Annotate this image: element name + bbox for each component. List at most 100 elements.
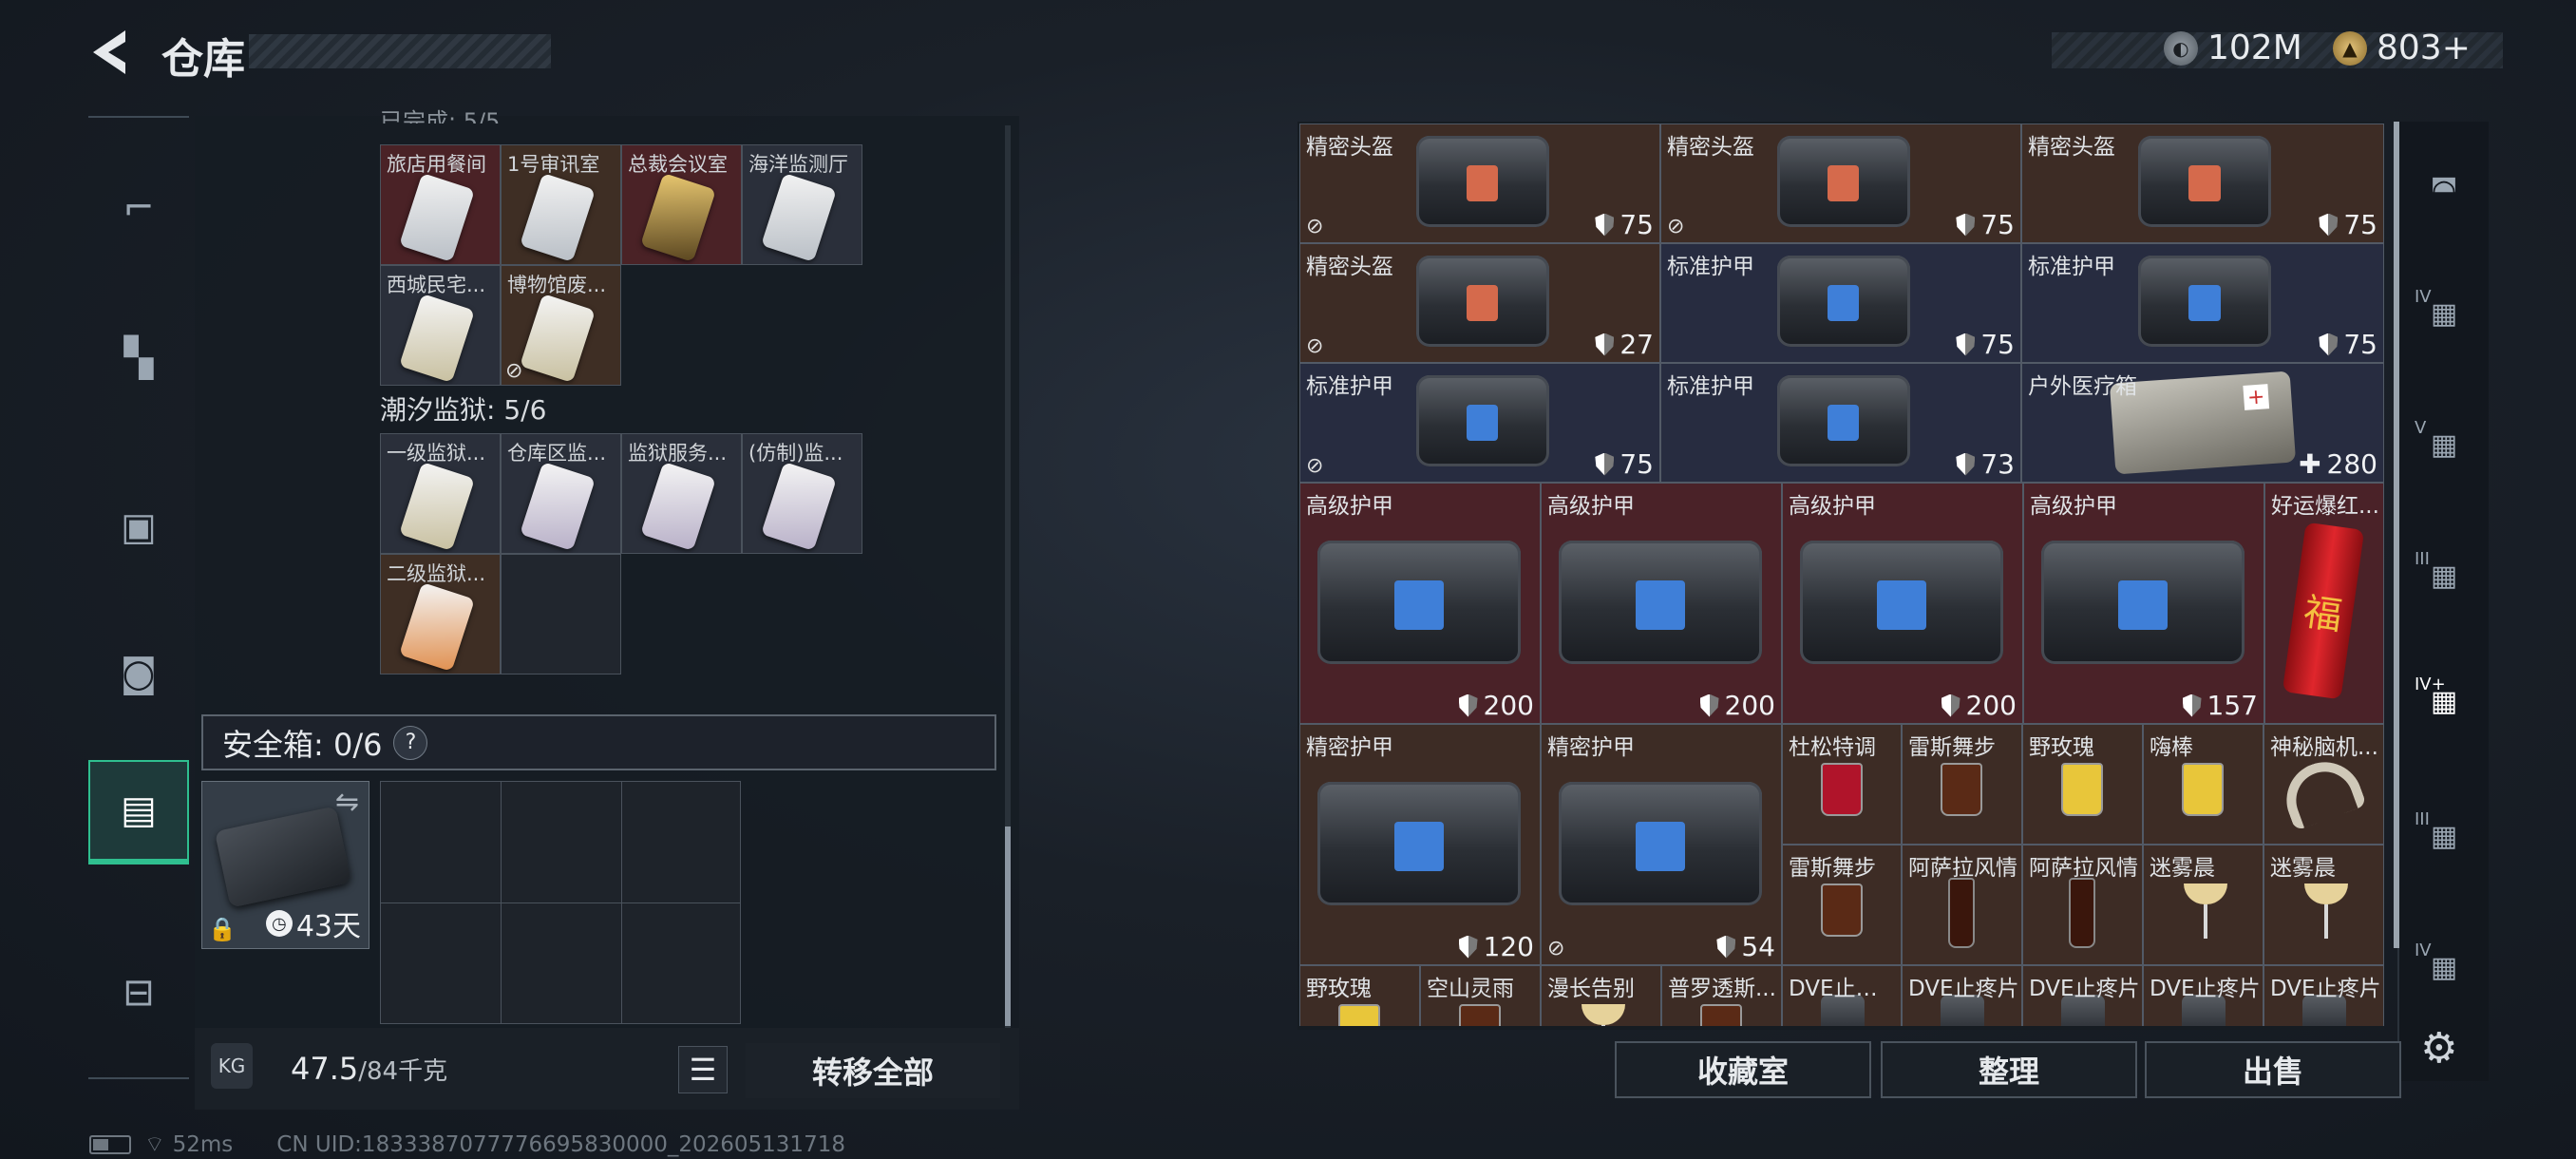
item-name: DVE止疼片 bbox=[1908, 977, 2019, 1001]
inventory-item[interactable]: 福 好运爆红... bbox=[2264, 483, 2384, 724]
item-name: DVE止疼片 bbox=[2270, 977, 2381, 1001]
inventory-item[interactable]: 高级护甲 200 bbox=[1541, 483, 1782, 724]
status-bar: ⌔ 52ms CN UID:1833387077776695830000_202… bbox=[89, 1130, 845, 1158]
cocktail-icon bbox=[1459, 1004, 1501, 1026]
inventory-item[interactable]: DVE止疼片 bbox=[2143, 965, 2263, 1026]
helmet-icon bbox=[1415, 136, 1549, 227]
armor-icon[interactable]: ▣ bbox=[88, 475, 189, 580]
key-card-slot[interactable]: 西城民宅... bbox=[380, 265, 501, 386]
safe-box-slots[interactable] bbox=[380, 781, 741, 1024]
weight-display: 47.5/84千克 bbox=[291, 1051, 447, 1087]
item-durability: 157 bbox=[2182, 690, 2258, 721]
inventory-item[interactable]: 漫长告别 bbox=[1541, 965, 1661, 1026]
back-arrow-icon[interactable] bbox=[87, 27, 135, 78]
help-icon[interactable]: ? bbox=[393, 725, 428, 760]
item-durability: 200 bbox=[1941, 690, 2017, 721]
inventory-item[interactable]: 精密护甲 120 bbox=[1299, 724, 1541, 965]
shield-icon bbox=[1595, 213, 1615, 237]
inventory-item[interactable]: 精密头盔 75 ⊘ bbox=[1660, 124, 2021, 243]
armor-iv-add-icon[interactable]: IV+ ▦ bbox=[2413, 674, 2475, 728]
inventory-item[interactable]: DVE止疼片 bbox=[2263, 965, 2384, 1026]
armor-iii-icon[interactable]: III ▦ bbox=[2413, 549, 2475, 602]
inventory-item[interactable]: 嗨棒 bbox=[2143, 724, 2263, 845]
inventory-item[interactable]: 精密头盔 75 ⊘ bbox=[1299, 124, 1660, 243]
inventory-item[interactable]: 迷雾晨 bbox=[2143, 845, 2263, 965]
durability-value: 75 bbox=[1619, 448, 1654, 480]
helmet-slot-icon[interactable]: ◚ bbox=[2413, 163, 2475, 217]
inventory-item[interactable]: 野玫瑰 bbox=[1299, 965, 1420, 1026]
inventory-item[interactable]: DVE止疼片 bbox=[1902, 965, 2022, 1026]
lock-icon: 🔒 bbox=[208, 916, 237, 942]
inventory-item[interactable]: 高级护甲 200 bbox=[1299, 483, 1541, 724]
sort-button[interactable]: 整理 bbox=[1881, 1041, 2137, 1098]
premium-coin-icon: ▲ bbox=[2333, 30, 2367, 66]
item-name: 高级护甲 bbox=[1547, 494, 1635, 519]
inventory-item[interactable]: 标准护甲 75 ⊘ bbox=[1299, 363, 1660, 483]
collection-room-button[interactable]: 收藏室 bbox=[1615, 1041, 1871, 1098]
left-scrollbar-thumb[interactable] bbox=[1005, 826, 1011, 1026]
inventory-item[interactable]: 迷雾晨 bbox=[2263, 845, 2384, 965]
inventory-item[interactable]: 标准护甲 75 bbox=[1660, 243, 2021, 363]
key-card-slot[interactable]: 博物馆废... ⊘ bbox=[501, 265, 621, 386]
item-durability: 200 bbox=[1699, 690, 1775, 721]
inventory-item[interactable]: 雷斯舞步 bbox=[1902, 724, 2022, 845]
inventory-item[interactable]: 标准护甲 75 bbox=[2021, 243, 2384, 363]
swap-icon[interactable]: ⇋ bbox=[335, 786, 359, 819]
premium-display[interactable]: ▲ 803+ bbox=[2333, 28, 2471, 67]
key-card-slot[interactable]: 总裁会议室 bbox=[621, 144, 742, 265]
key-card-icon bbox=[520, 461, 596, 552]
inventory-item[interactable]: 精密头盔 75 bbox=[2021, 124, 2384, 243]
key-card-icon bbox=[761, 172, 837, 263]
shield-icon bbox=[1458, 694, 1478, 717]
inventory-item[interactable]: 野玫瑰 bbox=[2022, 724, 2143, 845]
sell-button[interactable]: 出售 bbox=[2145, 1041, 2401, 1098]
toolbox-icon[interactable]: ⊟ bbox=[88, 940, 189, 1045]
key-card-slot[interactable]: 二级监狱... bbox=[380, 554, 501, 674]
key-card-slot[interactable]: 一级监狱... bbox=[380, 433, 501, 554]
armor-iv-icon[interactable]: IV ▦ bbox=[2413, 287, 2475, 340]
safe-box-item[interactable]: ⇋ 🔒 ◷ 43天 bbox=[201, 781, 369, 949]
inventory-item[interactable]: 杜松特调 bbox=[1782, 724, 1902, 845]
inventory-item[interactable]: 空山灵雨 bbox=[1420, 965, 1541, 1026]
key-card-slot[interactable]: 仓库区监... bbox=[501, 433, 621, 554]
key-card-slot[interactable]: 监狱服务... bbox=[621, 433, 742, 554]
inventory-item[interactable]: DVE止疼片 bbox=[1782, 965, 1902, 1026]
transfer-all-button[interactable]: 转移全部 bbox=[746, 1043, 1000, 1098]
item-name: 杜松特调 bbox=[1789, 735, 1876, 760]
armor-iii-b-icon[interactable]: III ▦ bbox=[2413, 809, 2475, 863]
inventory-item[interactable]: 高级护甲 200 bbox=[1782, 483, 2023, 724]
key-card-slot[interactable]: 海洋监测厅 bbox=[742, 144, 862, 265]
inventory-item[interactable]: 神秘脑机... bbox=[2263, 724, 2384, 845]
inventory-item[interactable]: 阿萨拉风情 bbox=[1902, 845, 2022, 965]
inventory-item[interactable]: DVE止疼片 bbox=[2022, 965, 2143, 1026]
coins-display[interactable]: ◐ 102M bbox=[2164, 28, 2302, 67]
gear-icon[interactable]: ⚙ bbox=[2420, 1024, 2466, 1073]
inventory-item[interactable]: 精密头盔 27 ⊘ bbox=[1299, 243, 1660, 363]
armor-v-icon[interactable]: V ▦ bbox=[2413, 418, 2475, 471]
inventory-item[interactable]: 雷斯舞步 bbox=[1782, 845, 1902, 965]
item-durability: 75 bbox=[2319, 329, 2377, 360]
key-card-slot[interactable]: 旅店用餐间 bbox=[380, 144, 501, 265]
list-icon[interactable]: ☰ bbox=[678, 1046, 728, 1093]
container-icon[interactable]: ▤ bbox=[88, 760, 189, 864]
weight-icon: KG bbox=[211, 1043, 253, 1089]
inventory-item[interactable]: 标准护甲 73 bbox=[1660, 363, 2021, 483]
inventory-item[interactable]: 高级护甲 157 bbox=[2023, 483, 2264, 724]
backpack-icon[interactable]: ◙ bbox=[88, 621, 189, 726]
inventory-item[interactable]: 阿萨拉风情 bbox=[2022, 845, 2143, 965]
empty-slot[interactable] bbox=[501, 554, 621, 674]
inventory-item[interactable]: 精密护甲 54 ⊘ bbox=[1541, 724, 1782, 965]
key-card-slot[interactable]: 1号审讯室 bbox=[501, 144, 621, 265]
item-name: 空山灵雨 bbox=[1427, 977, 1514, 1001]
inventory-item[interactable]: + 户外医疗箱 ✚ 280 bbox=[2021, 363, 2384, 483]
safe-box-art bbox=[214, 806, 352, 908]
item-durability: 75 bbox=[1595, 209, 1654, 240]
inventory-item[interactable]: 普罗透斯... bbox=[1661, 965, 1782, 1026]
sidebar-scrollbar[interactable] bbox=[2394, 122, 2399, 948]
vest-icon[interactable]: ▚ bbox=[88, 306, 189, 410]
weapon-icon[interactable]: ⌐ bbox=[88, 156, 189, 260]
armor-iv-b-icon[interactable]: IV ▦ bbox=[2413, 940, 2475, 994]
cocktail-icon bbox=[2184, 884, 2227, 939]
safe-box-timer: ◷ 43天 bbox=[265, 902, 361, 944]
key-card-slot[interactable]: (仿制)监... bbox=[742, 433, 862, 554]
